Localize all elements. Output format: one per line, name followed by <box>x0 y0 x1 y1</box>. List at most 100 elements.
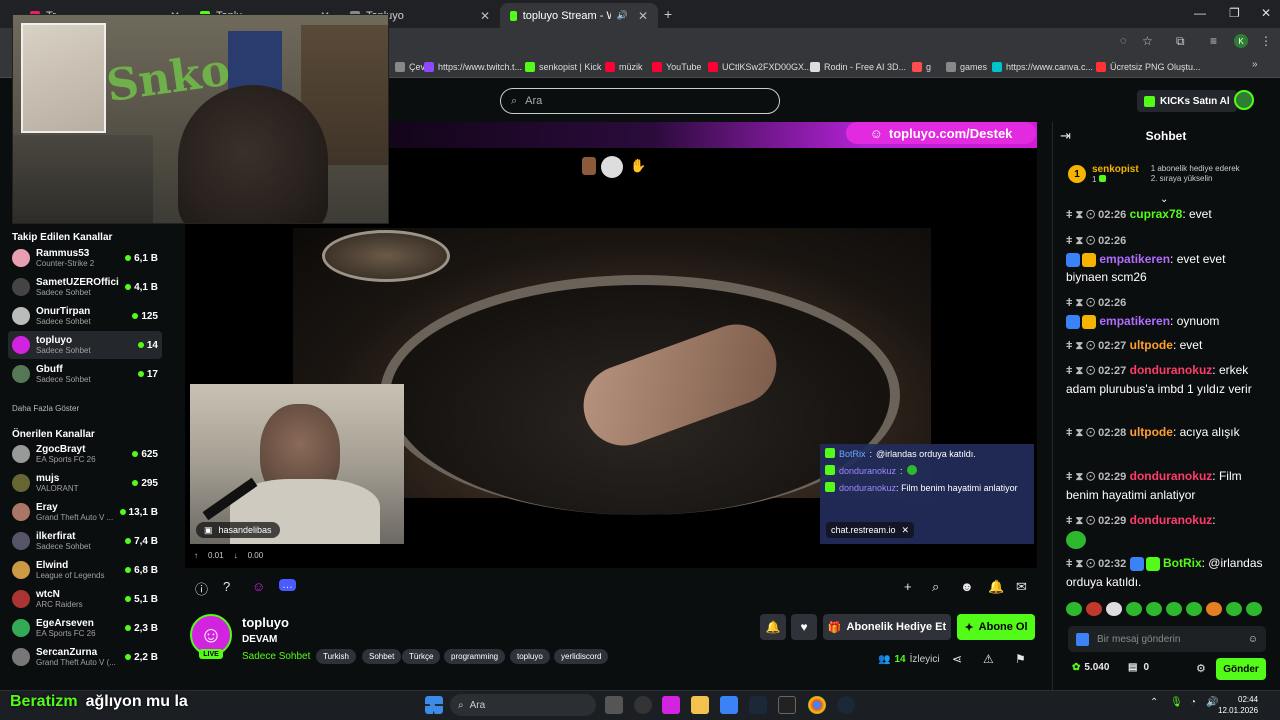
chrome-icon[interactable] <box>808 696 826 714</box>
chat-message[interactable]: ǂ ⧗ ☉ 02:29 donduranokuz: <box>1066 511 1266 549</box>
chevron-up-icon[interactable]: ⌃ <box>1150 697 1158 708</box>
chevron-down-icon[interactable]: ⌄ <box>1160 194 1168 205</box>
clock[interactable]: 02:44 12.01.2026 <box>1218 694 1258 716</box>
sidebar-channel-item[interactable]: Rammus53 Counter-Strike 2 6,1 B <box>8 244 162 272</box>
epic-games-icon[interactable] <box>778 696 796 714</box>
message-username[interactable]: ultpode <box>1130 338 1173 352</box>
kicks-buy-button[interactable]: KICKs Satın Al <box>1137 90 1237 112</box>
message-username[interactable]: donduranokuz <box>1130 363 1213 377</box>
sidebar-channel-item[interactable]: Gbuff Sadece Sohbet 17 <box>8 360 162 388</box>
maximize-button[interactable]: ❐ <box>1229 6 1240 20</box>
mail-icon[interactable]: ✉ <box>1016 579 1027 595</box>
extensions-icon[interactable]: ⧉ <box>1176 34 1185 49</box>
bookmark-item[interactable]: senkopist | Kick <box>525 59 601 75</box>
sidebar-channel-item[interactable]: ilkerfirat Sadece Sohbet 7,4 B <box>8 527 162 555</box>
notification-bell-button[interactable]: 🔔 <box>760 614 786 640</box>
store-icon[interactable] <box>720 696 738 714</box>
settings-gear-icon[interactable]: ⚙ <box>1196 662 1206 675</box>
close-icon[interactable]: ✕ <box>638 9 648 23</box>
sidebar-channel-item[interactable]: mujs VALORANT 295 <box>8 469 162 497</box>
mic-icon[interactable]: 🎙 <box>1170 697 1183 708</box>
emote-icon[interactable] <box>1206 602 1222 616</box>
help-icon[interactable]: ? <box>223 579 230 594</box>
new-tab-button[interactable]: + <box>664 6 672 22</box>
eye-off-icon[interactable]: ◌ <box>1120 35 1127 47</box>
stream-tag[interactable]: Turkish <box>316 649 356 664</box>
task-view-icon[interactable] <box>605 696 623 714</box>
emote-icon[interactable] <box>1126 602 1142 616</box>
sidebar-channel-item[interactable]: OnurTirpan Sadece Sohbet 125 <box>8 302 162 330</box>
show-more-link[interactable]: Daha Fazla Göster <box>12 404 79 413</box>
bookmark-item[interactable]: games <box>946 59 987 75</box>
audio-icon[interactable]: 🔊 <box>617 10 628 21</box>
message-username[interactable]: BotRix <box>1163 556 1202 570</box>
bookmark-item[interactable]: https://www.twitch.t... <box>424 59 522 75</box>
browser-tab-active[interactable]: topluyo Stream - Watch Liv 🔊 ✕ <box>500 3 658 28</box>
message-username[interactable]: ultpode <box>1130 425 1173 439</box>
more-icon[interactable]: ⚑ <box>1015 652 1026 666</box>
close-icon[interactable]: ✕ <box>902 525 910 536</box>
emote-icon[interactable] <box>1146 602 1162 616</box>
channel-name[interactable]: topluyo <box>242 615 289 630</box>
chat-message[interactable]: ǂ ⧗ ☉ 02:28 ultpode: acıya alışık <box>1066 423 1266 442</box>
bookmark-item[interactable]: https://www.canva.c... <box>992 59 1093 75</box>
follow-heart-button[interactable]: ♥ <box>791 614 817 640</box>
steam-icon[interactable] <box>837 696 855 714</box>
bookmark-item[interactable]: g <box>912 59 931 75</box>
subscribe-button[interactable]: ✦ Abone Ol <box>957 614 1035 640</box>
sidebar-channel-item[interactable]: ZgocBrayt EA Sports FC 26 625 <box>8 440 162 468</box>
info-icon[interactable]: ⓘ <box>195 579 208 598</box>
chest-counter[interactable]: ▤ 0 <box>1128 662 1149 673</box>
file-explorer-icon[interactable] <box>691 696 709 714</box>
emote-icon[interactable] <box>1086 602 1102 616</box>
message-username[interactable]: cuprax78 <box>1130 207 1183 221</box>
user-avatar[interactable] <box>1234 90 1254 110</box>
stream-tag[interactable]: Sohbet <box>362 649 402 664</box>
channel-points[interactable]: ✿ 5.040 <box>1072 662 1109 673</box>
menu-icon[interactable]: ⋮ <box>1260 34 1272 48</box>
topluyo-app-icon[interactable] <box>662 696 680 714</box>
message-username[interactable]: donduranokuz <box>1130 469 1213 483</box>
bell-icon[interactable]: 🔔 <box>988 579 1004 595</box>
chevron-right-icon[interactable]: » <box>1252 59 1258 70</box>
chat-message[interactable]: ǂ ⧗ ☉ 02:29 donduranokuz: Film benim hay… <box>1066 467 1266 504</box>
plus-icon[interactable]: + <box>904 579 912 594</box>
profile-avatar[interactable]: K <box>1234 34 1248 48</box>
volume-icon[interactable]: 🔊 <box>1206 697 1218 708</box>
emote-icon[interactable] <box>1246 602 1262 616</box>
chat-bubble-icon[interactable]: … <box>279 579 296 591</box>
stream-tag[interactable]: topluyo <box>510 649 550 664</box>
chat-message[interactable]: ǂ ⧗ ☉ 02:26 empatikeren: oynuom <box>1066 293 1266 330</box>
stream-tag[interactable]: programming <box>444 649 506 664</box>
star-icon[interactable]: ☆ <box>1142 34 1153 48</box>
emote-icon[interactable] <box>1186 602 1202 616</box>
sidebar-channel-item[interactable]: SercanZurna Grand Theft Auto V (... 2,2 B <box>8 643 162 671</box>
emote-icon[interactable] <box>1066 602 1082 616</box>
close-icon[interactable]: ✕ <box>480 9 490 23</box>
sidebar-channel-item[interactable]: EgeArseven EA Sports FC 26 2,3 B <box>8 614 162 642</box>
emote-icon[interactable] <box>1166 602 1182 616</box>
taskbar-search[interactable]: ⌕ Ara <box>450 694 596 716</box>
chat-message[interactable]: ǂ ⧗ ☉ 02:32 BotRix: @irlandas orduya kat… <box>1066 554 1266 591</box>
wifi-icon[interactable]: ◔ <box>1190 697 1196 708</box>
send-button[interactable]: Gönder <box>1216 658 1266 680</box>
emote-icon[interactable] <box>1226 602 1242 616</box>
topluyo-icon[interactable]: ☺ <box>252 579 265 594</box>
search-icon[interactable]: ⌕ <box>932 579 939 595</box>
bookmark-item[interactable]: müzik <box>605 59 643 75</box>
minimize-button[interactable]: — <box>1194 6 1206 20</box>
message-username[interactable]: empatikeren <box>1099 314 1170 328</box>
sidebar-channel-item[interactable]: wtcN ARC Raiders 5,1 B <box>8 585 162 613</box>
emoji-icon[interactable]: ☺ <box>1248 634 1258 645</box>
emote-icon[interactable] <box>1106 602 1122 616</box>
message-username[interactable]: donduranokuz <box>1130 513 1213 527</box>
chat-message[interactable]: ǂ ⧗ ☉ 02:27 ultpode: evet <box>1066 336 1266 355</box>
user-icon[interactable]: ☻ <box>960 579 974 594</box>
search-input[interactable]: ⌕ Ara <box>500 88 780 114</box>
steam-icon[interactable] <box>749 696 767 714</box>
stream-tag[interactable]: yerlidiscord <box>554 649 609 664</box>
sidebar-channel-item[interactable]: Elwind League of Legends 6,8 B <box>8 556 162 584</box>
app-icon[interactable] <box>634 696 652 714</box>
sidebar-channel-item[interactable]: topluyo Sadece Sohbet 14 <box>8 331 162 359</box>
sidebar-channel-item[interactable]: Eray Grand Theft Auto V ... 13,1 B <box>8 498 162 526</box>
